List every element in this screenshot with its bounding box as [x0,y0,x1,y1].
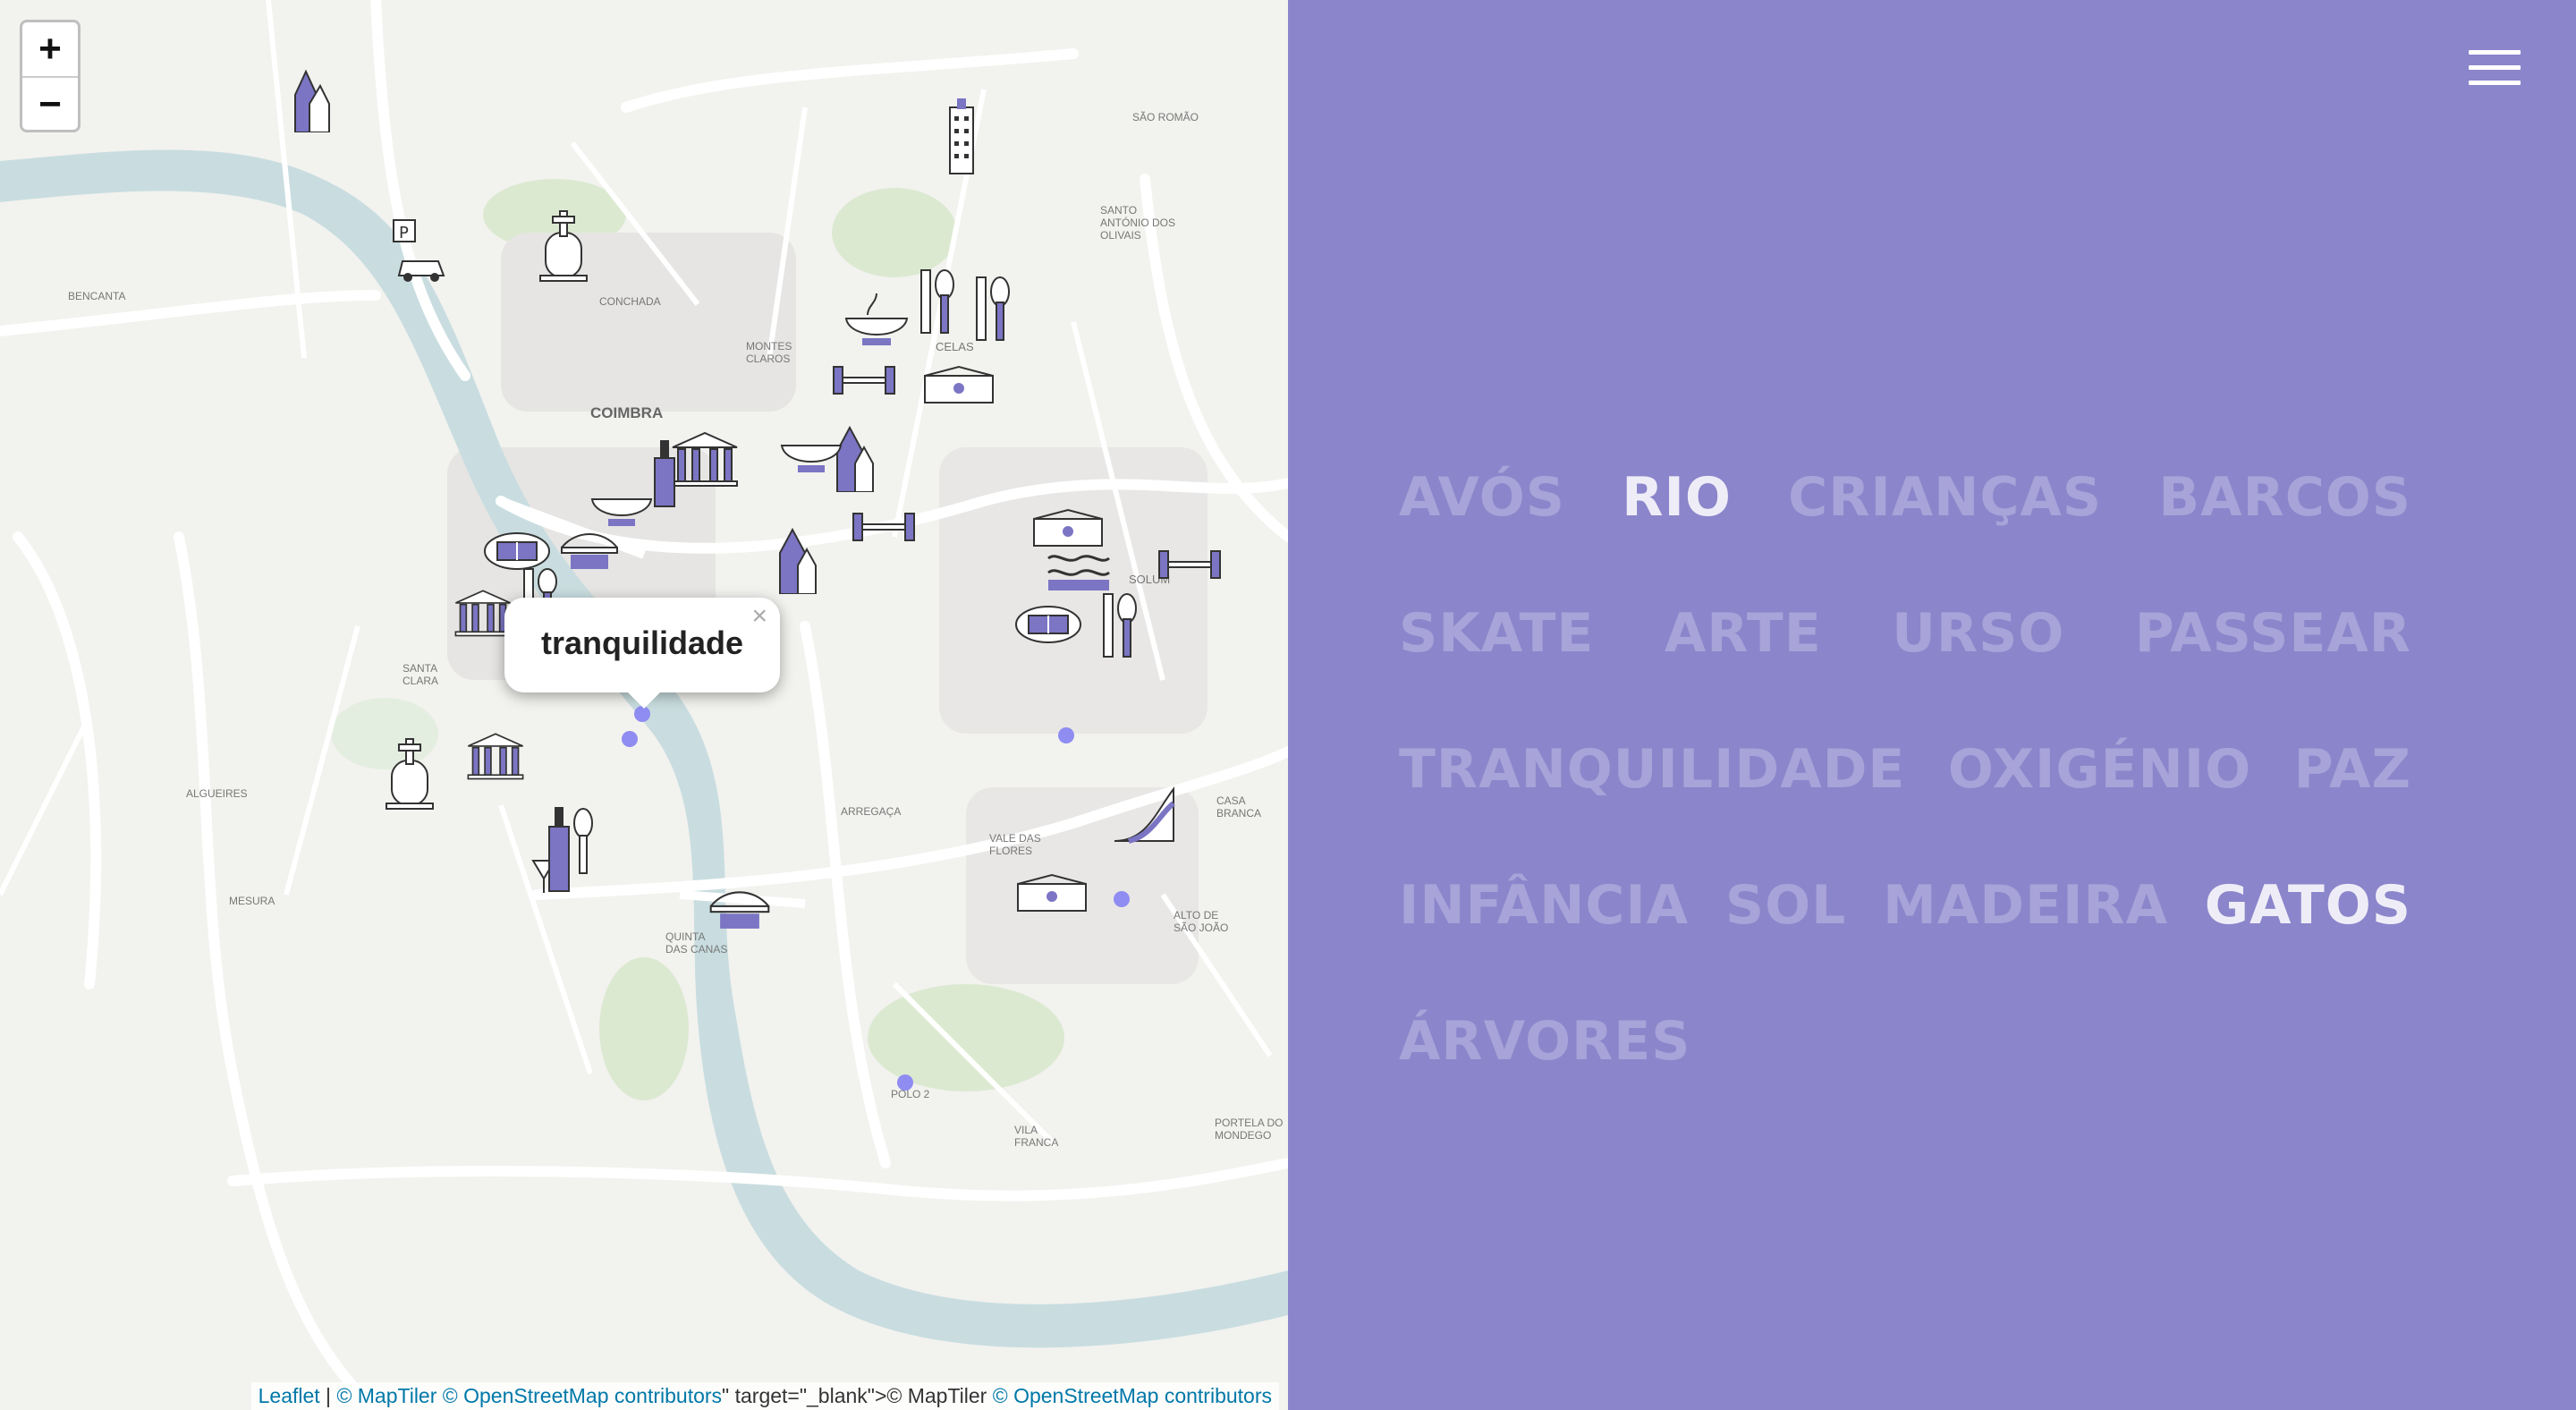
word-row: AVÓS RIO CRIANÇAS BARCOS [1399,429,2411,565]
bowl-icon[interactable] [841,288,912,349]
map-popup: tranquilidade × [504,598,780,709]
school-icon[interactable] [1014,873,1089,914]
cutlery-icon[interactable] [1097,590,1156,660]
word-panel: AVÓS RIO CRIANÇAS BARCOS SKATE ARTE URSO PASSEA… [1288,0,2576,1410]
school-icon[interactable] [921,365,996,406]
place-label: ALGUEIRES [186,787,248,800]
word-row: TRANQUILIDADE OXIGÉNIO PAZ [1399,701,2411,837]
attribution-separator: | [319,1384,337,1407]
place-label: VILA FRANCA [1014,1124,1059,1149]
place-label: SÃO ROMÃO [1132,111,1199,123]
zoom-out-button[interactable]: − [22,78,78,130]
hamburger-icon[interactable] [2469,50,2521,89]
place-label: COIMBRA [590,404,664,421]
maptiler-link[interactable]: © MapTiler [336,1384,436,1407]
place-label: PORTELA DO MONDEGO [1215,1117,1284,1142]
place-label: VALE DAS FLORES [989,832,1041,857]
map-attribution: Leaflet | © MapTiler © OpenStreetMap con… [250,1382,1279,1410]
word-item[interactable]: GATOS [2205,874,2411,937]
attribution-text: " target="_blank"> [722,1384,887,1407]
word-item[interactable]: CRIANÇAS [1788,466,2102,529]
bowl-icon[interactable] [778,420,844,476]
grave-icon[interactable] [537,208,590,283]
leaflet-link[interactable]: Leaflet [258,1384,320,1407]
word-row: ÁRVORES [1399,973,2411,1109]
map[interactable]: COIMBRA CELAS SOLUM MONTES CLAROS SANTA … [0,0,1288,1410]
zoom-in-button[interactable]: + [22,22,78,78]
word-item[interactable]: ÁRVORES [1399,1010,1690,1073]
place-label: SANTA CLARA [402,662,439,687]
word-item[interactable]: BARCOS [2158,466,2411,529]
word-item[interactable]: SKATE [1399,602,1594,665]
place-label: MESURA [229,895,275,907]
word-item[interactable]: RIO [1622,466,1732,529]
tree-icon[interactable] [288,68,331,132]
place-label: MONTES CLAROS [746,340,792,365]
dumbbell-icon[interactable] [826,356,902,401]
bridge-icon[interactable] [707,886,773,930]
school-icon[interactable] [1030,508,1106,549]
pool-icon[interactable] [1045,548,1113,592]
place-label: POLO 2 [891,1088,930,1100]
cutlery-icon[interactable] [914,267,961,336]
place-label: ALTO DE SÃO JOÃO [1174,909,1229,934]
place-label: SANTO ANTÓNIO DOS OLIVAIS [1100,204,1176,242]
bottle-icon[interactable] [530,803,597,896]
osm-link[interactable]: © OpenStreetMap contributors [993,1384,1272,1407]
word-item[interactable]: AVÓS [1399,466,1565,529]
word-item[interactable]: PASSEAR [2135,602,2411,665]
dumbbell-icon[interactable] [846,503,921,548]
parking-icon[interactable]: P [390,217,449,285]
zoom-control: + − [20,20,80,132]
popup-tip [626,691,662,709]
word-item[interactable]: MADEIRA [1883,874,2168,937]
place-label: QUINTA DAS CANAS [665,930,728,956]
stadium-icon[interactable] [1014,605,1082,644]
word-item[interactable]: URSO [1892,602,2064,665]
word-row: INFÂNCIA SOL MADEIRA GATOS [1399,837,2411,973]
place-label: CELAS [936,340,974,353]
word-item[interactable]: ARTE [1665,602,1822,665]
grave-icon[interactable] [383,735,436,811]
attribution-text: © MapTiler [886,1384,987,1407]
museum-icon[interactable] [465,728,526,784]
place-label: CASA BRANCA [1216,794,1262,820]
bowl-icon[interactable] [589,474,655,530]
popup-text: tranquilidade [540,624,744,661]
word-item[interactable]: SOL [1725,874,1846,937]
building-icon[interactable] [946,98,977,175]
tree-icon[interactable] [773,526,818,594]
word-grid: AVÓS RIO CRIANÇAS BARCOS SKATE ARTE URSO PASSEA… [1399,429,2411,1109]
word-item[interactable]: PAZ [2294,738,2411,801]
word-item[interactable]: OXIGÉNIO [1948,738,2251,801]
popup-close-button[interactable]: × [751,601,767,632]
place-label: ARREGAÇA [841,805,902,818]
cutlery-icon[interactable] [970,274,1016,344]
bridge-icon[interactable] [558,528,621,571]
place-label: BENCANTA [68,290,126,302]
place-label: CONCHADA [599,295,661,308]
osm-link[interactable]: © OpenStreetMap contributors [443,1384,722,1407]
word-item[interactable]: INFÂNCIA [1399,874,1689,937]
svg-text:P: P [399,224,409,242]
dumbbell-icon[interactable] [1152,540,1227,585]
word-item[interactable]: TRANQUILIDADE [1399,738,1905,801]
skate-ramp-icon[interactable] [1111,786,1177,845]
word-row: SKATE ARTE URSO PASSEAR [1399,565,2411,701]
